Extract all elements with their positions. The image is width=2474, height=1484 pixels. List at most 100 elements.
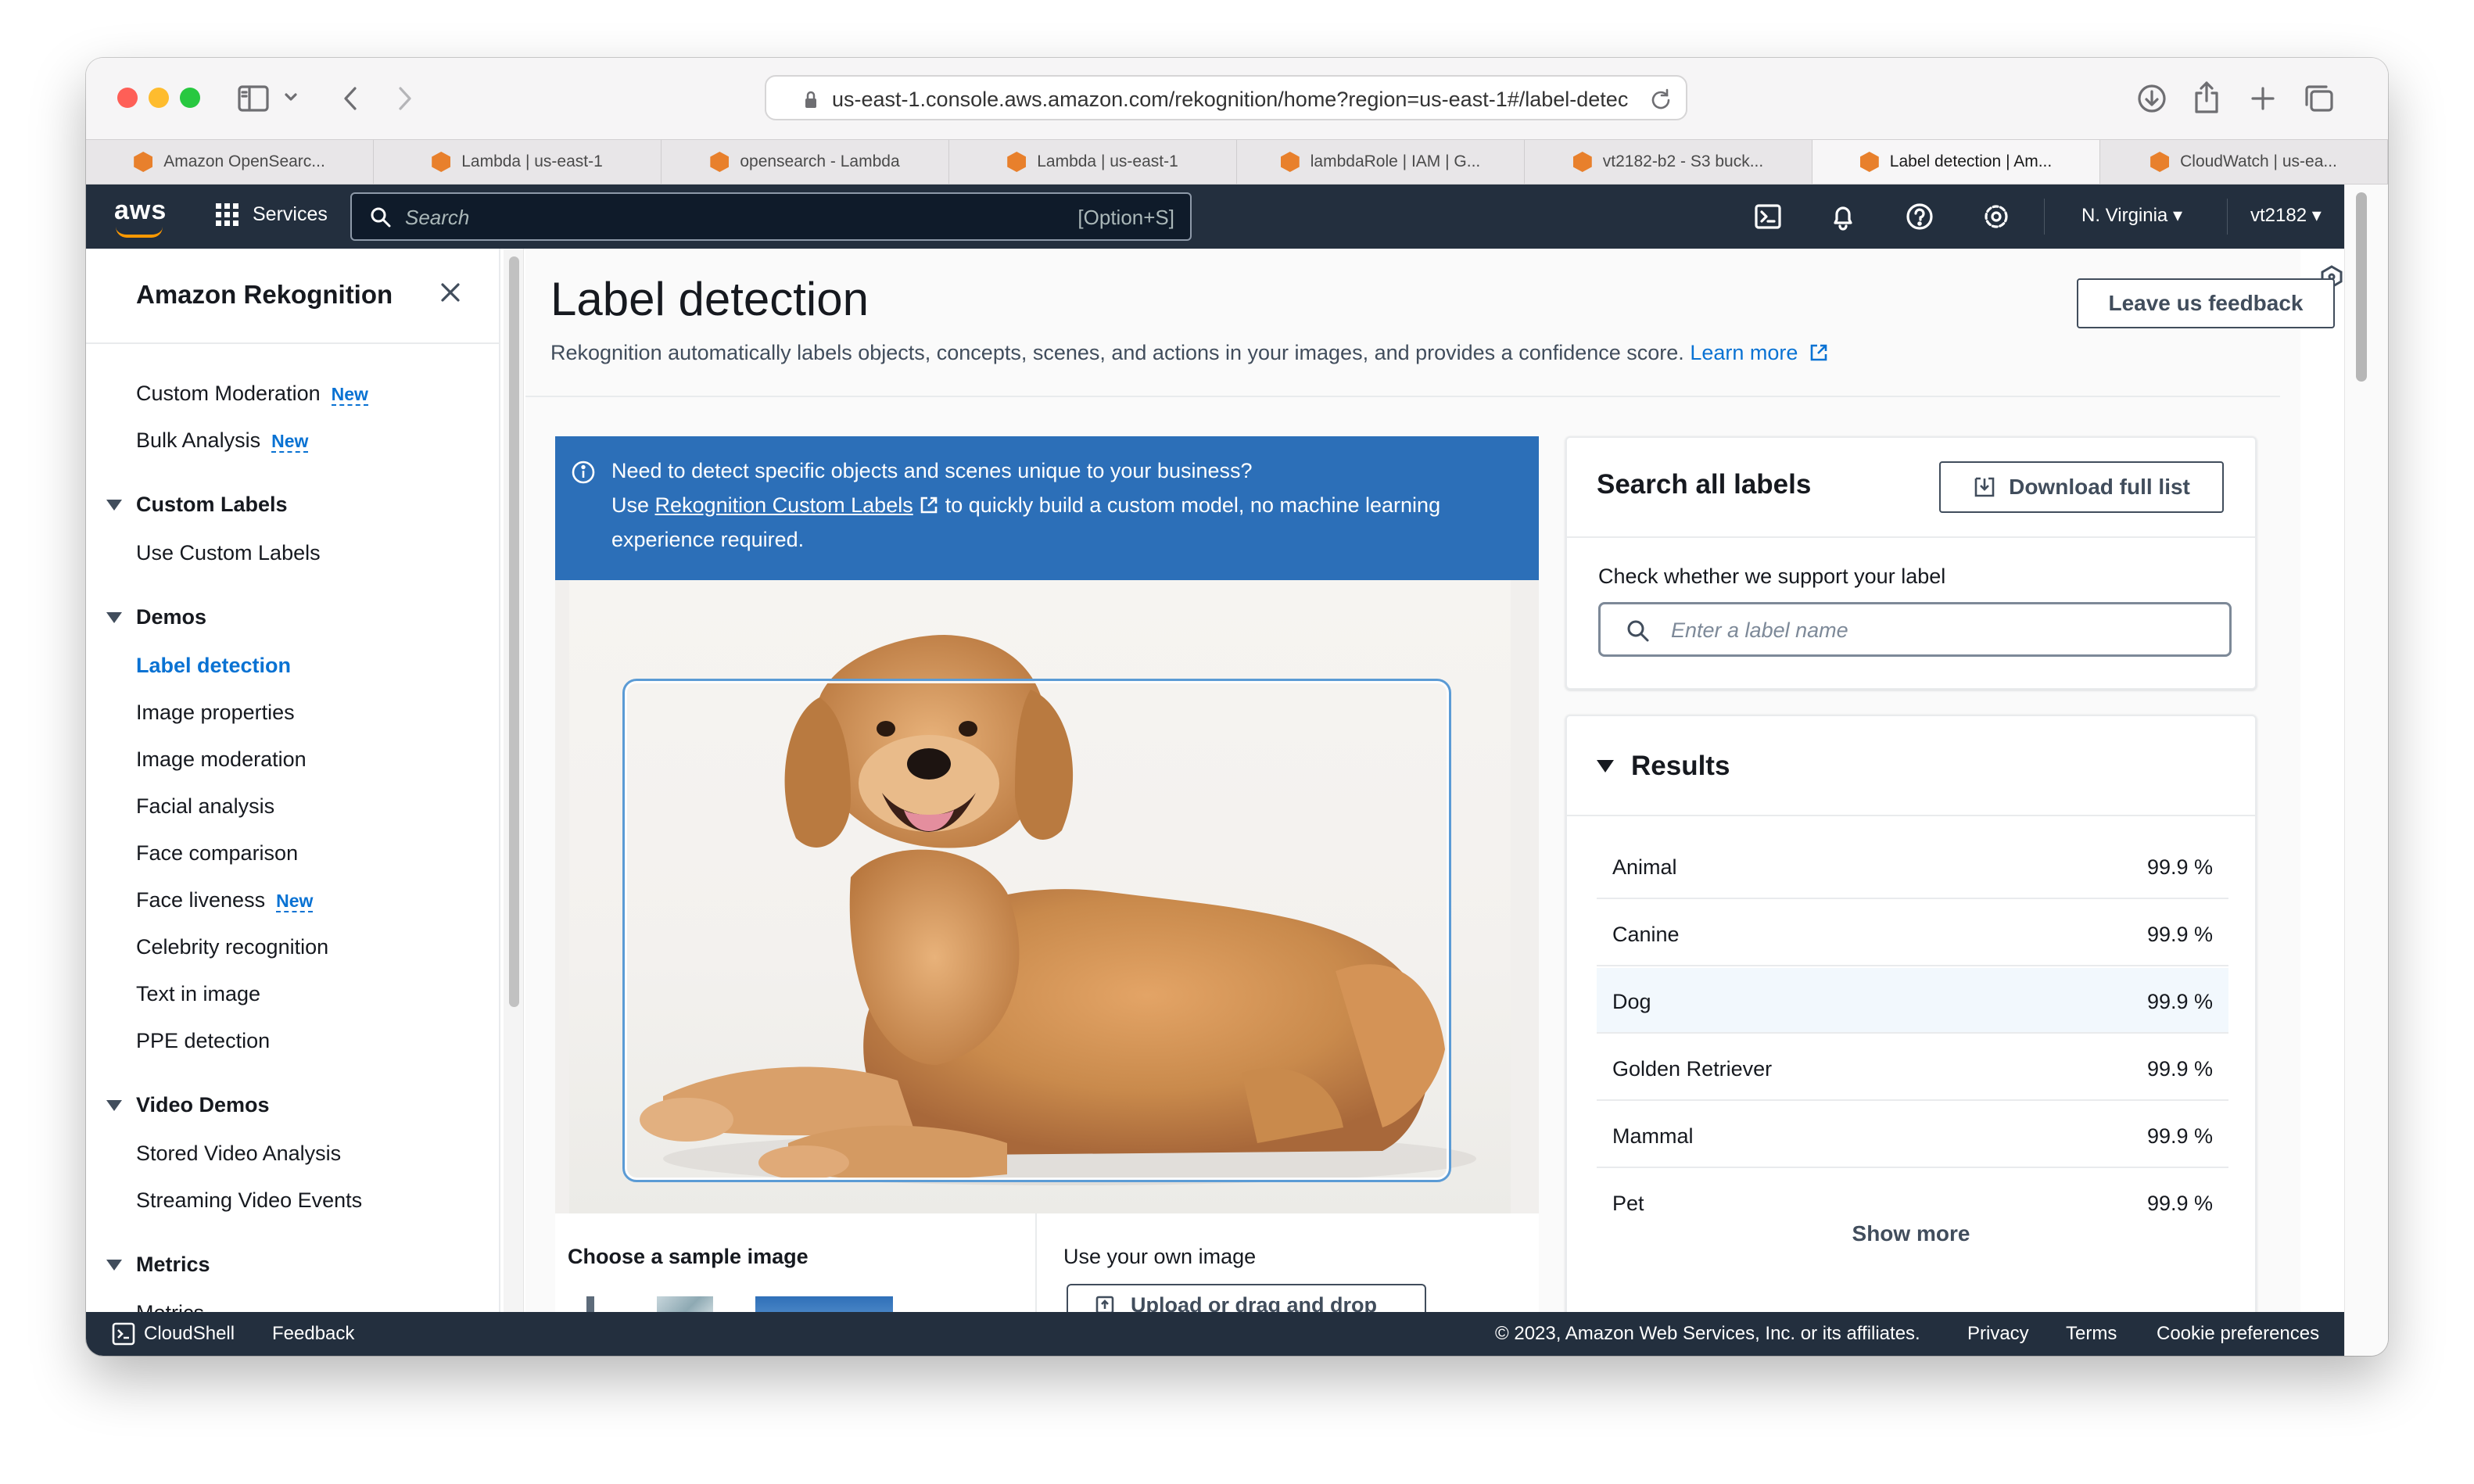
results-toggle[interactable]: Results (1597, 751, 1730, 782)
forward-icon[interactable] (389, 81, 421, 116)
privacy-link[interactable]: Privacy (1967, 1323, 2029, 1345)
help-icon[interactable] (1905, 202, 1936, 233)
sidebar-item-stored-video-analysis[interactable]: Stored Video Analysis (136, 1142, 341, 1166)
sidebar-item-bulk-analysis[interactable]: Bulk Analysis New (136, 428, 309, 453)
section-metrics[interactable]: Metrics (106, 1253, 210, 1277)
back-icon[interactable] (335, 81, 366, 116)
download-full-list-button[interactable]: Download full list (1939, 461, 2224, 513)
aws-search-input[interactable]: Search [Option+S] (350, 192, 1192, 241)
sidebar-item-face-comparison[interactable]: Face comparison (136, 841, 298, 866)
account-label: vt2182 (2250, 205, 2307, 226)
sidebar-item-face-liveness[interactable]: Face liveness New (136, 888, 314, 912)
browser-tab[interactable]: vt2182-b2 - S3 buck... (1525, 140, 1812, 184)
cloudshell-link[interactable]: CloudShell (144, 1323, 235, 1345)
tab-overview-icon[interactable] (2302, 81, 2336, 116)
sidebar-item-use-custom-labels[interactable]: Use Custom Labels (136, 541, 321, 565)
cloudshell-icon[interactable] (1753, 202, 1784, 233)
feedback-link[interactable]: Feedback (272, 1323, 354, 1345)
show-more-button[interactable]: Show more (1567, 1221, 2255, 1246)
sidebar-item-label-detection[interactable]: Label detection (136, 654, 291, 678)
browser-tab[interactable]: opensearch - Lambda (662, 140, 949, 184)
cookie-preferences-link[interactable]: Cookie preferences (2157, 1323, 2319, 1345)
result-row[interactable]: Mammal 99.9 % (1597, 1102, 2228, 1168)
aws-favicon-icon (432, 152, 451, 172)
account-menu[interactable]: vt2182 ▾ (2250, 204, 2322, 227)
search-labels-card: Search all labels Download full list Che… (1565, 436, 2257, 690)
sidebar-item-streaming-video-events[interactable]: Streaming Video Events (136, 1188, 362, 1213)
learn-more-link[interactable]: Learn more (1690, 341, 1829, 364)
section-demos[interactable]: Demos (106, 605, 206, 629)
new-tab-icon[interactable] (2246, 81, 2280, 116)
sidebar-item-celebrity-recognition[interactable]: Celebrity recognition (136, 935, 328, 959)
address-bar[interactable]: us-east-1.console.aws.amazon.com/rekogni… (765, 75, 1687, 120)
services-menu-button[interactable]: Services (216, 203, 328, 226)
result-row[interactable]: Golden Retriever 99.9 % (1597, 1035, 2228, 1101)
result-confidence: 99.9 % (2146, 1057, 2213, 1081)
result-row[interactable]: Animal 99.9 % (1597, 833, 2228, 899)
result-label: Animal (1612, 855, 1677, 879)
aws-favicon-icon (1280, 152, 1300, 172)
aws-logo-text: aws (114, 195, 167, 225)
nav-separator (2044, 199, 2045, 235)
chevron-down-icon[interactable] (281, 88, 300, 106)
detection-bounding-box[interactable] (622, 679, 1451, 1182)
sidebar-item-label: Bulk Analysis (136, 428, 261, 452)
close-window-button[interactable] (117, 88, 138, 108)
settings-icon[interactable] (1981, 202, 2013, 233)
tab-label: CloudWatch | us-ea... (2180, 152, 2337, 170)
scrollbar-thumb[interactable] (2356, 192, 2367, 382)
page-scrollbar[interactable] (2344, 185, 2388, 1356)
result-row[interactable]: Canine 99.9 % (1597, 901, 2228, 966)
region-selector[interactable]: N. Virginia ▾ (2081, 204, 2182, 227)
sidebar-item-image-properties[interactable]: Image properties (136, 701, 295, 725)
sidebar-item-ppe-detection[interactable]: PPE detection (136, 1029, 270, 1053)
share-icon[interactable] (2189, 78, 2224, 116)
browser-tab[interactable]: Lambda | us-east-1 (949, 140, 1237, 184)
new-badge: New (331, 384, 368, 406)
cloudshell-footer-icon[interactable] (111, 1321, 136, 1352)
browser-tab-active[interactable]: Label detection | Am... (1812, 140, 2100, 184)
card-divider (1567, 815, 2255, 816)
close-icon[interactable] (439, 281, 461, 307)
tab-label: Lambda | us-east-1 (461, 152, 603, 170)
browser-tab[interactable]: Amazon OpenSearc... (86, 140, 374, 184)
terms-link[interactable]: Terms (2066, 1323, 2117, 1345)
maximize-window-button[interactable] (180, 88, 200, 108)
bell-icon[interactable] (1828, 202, 1859, 233)
sidebar-item-facial-analysis[interactable]: Facial analysis (136, 794, 274, 819)
results-title: Results (1631, 751, 1730, 781)
browser-tab[interactable]: Lambda | us-east-1 (374, 140, 662, 184)
browser-tab[interactable]: lambdaRole | IAM | G... (1237, 140, 1525, 184)
result-label: Dog (1612, 990, 1651, 1013)
sidebar-scrollbar[interactable] (504, 249, 524, 1356)
aws-favicon-icon (134, 152, 153, 172)
sidebar-item-label: Face liveness (136, 888, 266, 912)
learn-more-text: Learn more (1690, 341, 1798, 364)
tab-label: lambdaRole | IAM | G... (1310, 152, 1481, 170)
section-heading: Metrics (136, 1253, 210, 1276)
minimize-window-button[interactable] (149, 88, 169, 108)
browser-tab[interactable]: CloudWatch | us-ea... (2100, 140, 2388, 184)
section-heading: Custom Labels (136, 493, 288, 516)
sidebar-item-text-in-image[interactable]: Text in image (136, 982, 260, 1006)
result-label: Golden Retriever (1612, 1057, 1773, 1081)
aws-favicon-icon (1572, 152, 1592, 172)
leave-feedback-button[interactable]: Leave us feedback (2077, 278, 2335, 328)
aws-logo[interactable]: aws (114, 195, 167, 238)
upload-button[interactable]: Upload or drag and drop (1067, 1284, 1426, 1315)
lock-icon (804, 91, 818, 115)
caret-down-icon (106, 1259, 122, 1271)
result-row-highlighted[interactable]: Dog 99.9 % (1597, 968, 2228, 1034)
sidebar-item-custom-moderation[interactable]: Custom Moderation New (136, 382, 368, 406)
section-custom-labels[interactable]: Custom Labels (106, 493, 288, 517)
download-label: Download full list (2009, 475, 2190, 499)
browser-tabs: Amazon OpenSearc... Lambda | us-east-1 o… (86, 139, 2388, 185)
section-video-demos[interactable]: Video Demos (106, 1093, 270, 1117)
download-icon[interactable] (2135, 81, 2169, 116)
sidebar-scrollbar-thumb[interactable] (509, 256, 519, 1007)
reload-icon[interactable] (1650, 88, 1672, 115)
sidebar-item-image-moderation[interactable]: Image moderation (136, 747, 307, 772)
label-search-input[interactable]: Enter a label name (1598, 602, 2232, 657)
sidebar-toggle-icon[interactable] (236, 83, 271, 114)
custom-labels-link[interactable]: Rekognition Custom Labels (655, 493, 913, 517)
